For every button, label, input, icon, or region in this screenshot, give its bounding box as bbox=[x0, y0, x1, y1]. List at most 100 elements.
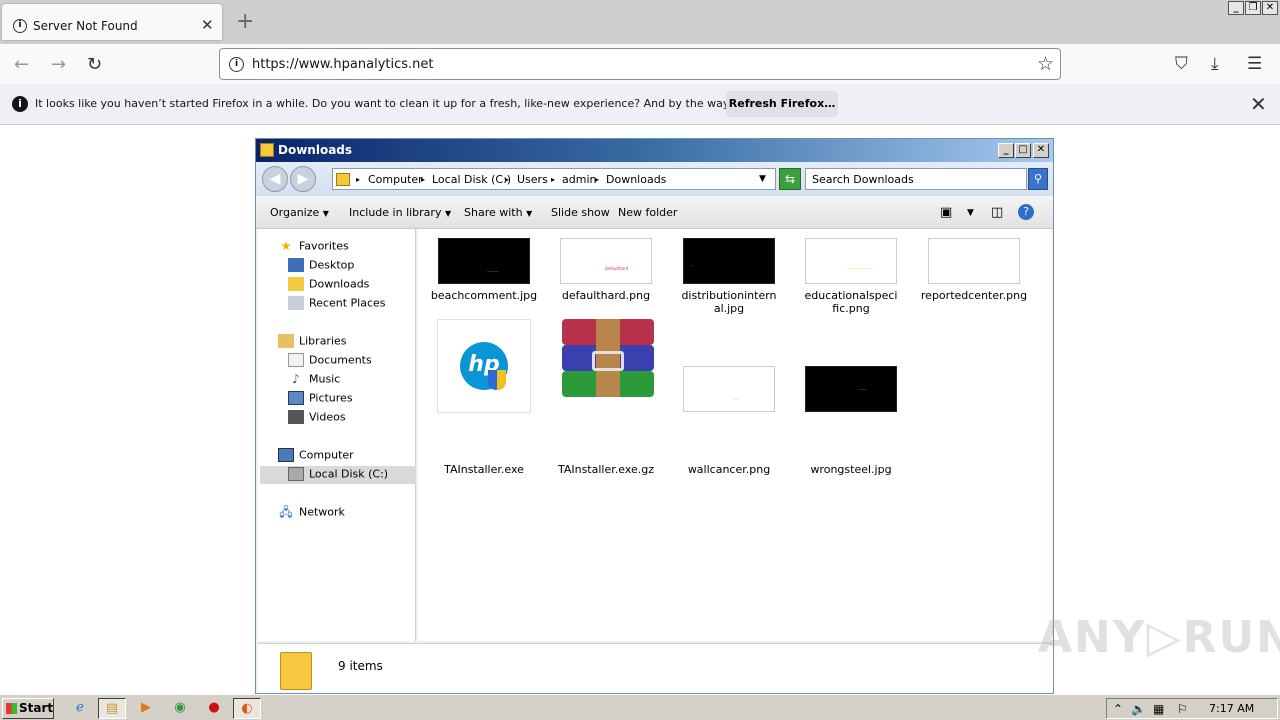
back-icon[interactable]: ← bbox=[14, 54, 29, 75]
file-item[interactable]: hp TAInstaller.exe bbox=[424, 319, 544, 476]
nav-favorites[interactable]: ★ Favorites bbox=[278, 239, 349, 255]
close-window-icon[interactable]: ✕ bbox=[1262, 1, 1278, 15]
close-icon[interactable]: ✕ bbox=[1033, 143, 1049, 158]
chevron-right-icon[interactable]: ▸ bbox=[421, 175, 425, 184]
maximize-icon[interactable]: □ bbox=[1015, 143, 1031, 158]
file-item[interactable]: ——— beachcomment.jpg bbox=[424, 238, 544, 302]
explorer-taskbar-icon[interactable]: ▤ bbox=[98, 698, 126, 719]
breadcrumb-computer[interactable]: Computer bbox=[368, 173, 423, 186]
uac-shield-icon bbox=[488, 370, 506, 390]
file-item[interactable]: — distributioninternal.jpg bbox=[669, 238, 789, 315]
nav-pictures[interactable]: Pictures bbox=[288, 391, 353, 407]
nav-network[interactable]: 🖧 Network bbox=[278, 505, 345, 521]
chevron-down-icon: ▼ bbox=[322, 209, 329, 218]
chrome-icon[interactable]: ◉ bbox=[166, 698, 194, 719]
refresh-icon[interactable]: ⇆ bbox=[779, 168, 801, 190]
chevron-right-icon[interactable]: ▸ bbox=[356, 175, 360, 184]
preview-pane-icon[interactable]: ◫ bbox=[991, 205, 1003, 220]
explorer-title-bar[interactable]: Downloads _ □ ✕ bbox=[256, 139, 1053, 162]
nav-libraries[interactable]: Libraries bbox=[278, 334, 347, 350]
new-tab-icon[interactable]: + bbox=[236, 9, 254, 34]
clock[interactable]: 7:17 AM bbox=[1209, 702, 1254, 715]
bookmark-star-icon[interactable]: ☆ bbox=[1037, 53, 1054, 75]
nav-music[interactable]: ♪ Music bbox=[288, 372, 340, 388]
breadcrumb-users[interactable]: Users bbox=[517, 173, 548, 186]
slide-show-button[interactable]: Slide show bbox=[551, 206, 610, 219]
system-tray: ⌃ 🔈 ▦ ⚐ 7:17 AM bbox=[1106, 698, 1278, 719]
new-folder-button[interactable]: New folder bbox=[618, 206, 677, 219]
url-text[interactable]: https://www.hpanalytics.net bbox=[252, 57, 434, 72]
window-title: Downloads bbox=[278, 143, 353, 157]
reload-icon[interactable]: ↻ bbox=[87, 54, 102, 75]
file-item[interactable]: reportedcenter.png bbox=[914, 238, 1034, 302]
file-name: wallcancer.png bbox=[687, 463, 771, 476]
nav-documents[interactable]: Documents bbox=[288, 353, 372, 369]
change-view-icon[interactable]: ▣ bbox=[940, 205, 952, 220]
nav-label: Recent Places bbox=[309, 296, 386, 310]
folder-icon bbox=[260, 143, 274, 157]
volume-icon[interactable]: 🔈 bbox=[1131, 702, 1146, 716]
file-item[interactable]: defaulthard defaulthard.png bbox=[546, 238, 666, 302]
notification-text: It looks like you haven’t started Firefo… bbox=[35, 97, 820, 110]
forward-icon[interactable]: → bbox=[51, 54, 66, 75]
nav-label: Favorites bbox=[299, 239, 349, 253]
nav-recent-places[interactable]: Recent Places bbox=[288, 296, 386, 312]
file-item[interactable]: ——————— educationalspecific.png bbox=[791, 238, 911, 315]
computer-icon bbox=[278, 448, 294, 462]
breadcrumb-downloads[interactable]: Downloads bbox=[606, 173, 666, 186]
refresh-firefox-button[interactable]: Refresh Firefox… bbox=[726, 91, 838, 117]
back-icon[interactable]: ◀ bbox=[262, 166, 288, 192]
help-icon[interactable]: ? bbox=[1018, 204, 1034, 220]
forward-icon[interactable]: ▶ bbox=[290, 166, 316, 192]
file-item[interactable]: —— wrongsteel.jpg bbox=[791, 366, 911, 476]
image-thumbnail: —— bbox=[805, 366, 897, 412]
file-item[interactable]: — wallcancer.png bbox=[669, 366, 789, 476]
share-with-button[interactable]: Share with ▼ bbox=[464, 206, 532, 219]
nav-desktop[interactable]: Desktop bbox=[288, 258, 354, 274]
breadcrumb-admin[interactable]: admin bbox=[562, 173, 596, 186]
downloads-icon[interactable]: ⤓ bbox=[1211, 54, 1219, 74]
tray-expand-icon[interactable]: ⌃ bbox=[1113, 702, 1123, 716]
start-button[interactable]: Start bbox=[2, 698, 54, 719]
organize-button[interactable]: Organize ▼ bbox=[270, 206, 329, 219]
minimize-icon[interactable]: _ bbox=[1228, 1, 1244, 15]
opera-icon[interactable]: ● bbox=[200, 698, 228, 719]
include-in-library-button[interactable]: Include in library ▼ bbox=[349, 206, 451, 219]
file-name: distributioninternal.jpg bbox=[681, 289, 777, 315]
minimize-icon[interactable]: _ bbox=[998, 143, 1014, 158]
url-bar[interactable]: i https://www.hpanalytics.net ☆ bbox=[219, 48, 1061, 80]
organize-label: Organize bbox=[270, 206, 320, 219]
file-item[interactable]: TAInstaller.exe.gz bbox=[546, 319, 666, 476]
thumb-text: ——— bbox=[487, 269, 499, 274]
address-bar[interactable]: ▸ Computer ▸ Local Disk (C:) ▸ Users ▸ a… bbox=[332, 168, 776, 190]
breadcrumb-local-disk[interactable]: Local Disk (C:) bbox=[432, 173, 511, 186]
taskbar: Start ℯ ▤ ▶ ◉ ● ◐ ⌃ 🔈 ▦ ⚐ 7:17 AM bbox=[0, 694, 1280, 720]
site-info-icon[interactable]: i bbox=[229, 57, 244, 72]
chevron-right-icon[interactable]: ▸ bbox=[551, 175, 555, 184]
action-center-flag-icon[interactable]: ⚐ bbox=[1177, 702, 1188, 716]
chevron-down-icon[interactable]: ▼ bbox=[759, 174, 766, 184]
nav-computer[interactable]: Computer bbox=[278, 448, 354, 464]
search-icon[interactable]: ⚲ bbox=[1028, 168, 1048, 190]
image-thumbnail: ——— bbox=[438, 238, 530, 284]
tab-server-not-found[interactable]: i Server Not Found ✕ bbox=[2, 4, 222, 40]
nav-downloads[interactable]: Downloads bbox=[288, 277, 369, 293]
close-tab-icon[interactable]: ✕ bbox=[201, 16, 214, 34]
network-icon: 🖧 bbox=[279, 505, 293, 519]
restore-icon[interactable]: ❐ bbox=[1245, 1, 1261, 15]
nav-label: Videos bbox=[309, 410, 346, 424]
nav-videos[interactable]: Videos bbox=[288, 410, 346, 426]
chevron-down-icon[interactable]: ▼ bbox=[967, 208, 974, 218]
firefox-taskbar-icon[interactable]: ◐ bbox=[233, 698, 261, 719]
pocket-icon[interactable]: ⛉ bbox=[1175, 54, 1188, 74]
media-player-icon[interactable]: ▶ bbox=[132, 698, 160, 719]
nav-label: Music bbox=[309, 372, 341, 386]
search-input[interactable]: Search Downloads bbox=[805, 168, 1027, 190]
network-tray-icon[interactable]: ▦ bbox=[1153, 702, 1164, 716]
internet-explorer-icon[interactable]: ℯ bbox=[66, 698, 94, 719]
menu-icon[interactable]: ☰ bbox=[1247, 54, 1262, 74]
nav-local-disk[interactable]: Local Disk (C:) bbox=[288, 467, 388, 483]
chevron-right-icon[interactable]: ▸ bbox=[595, 175, 599, 184]
close-notification-icon[interactable]: ✕ bbox=[1250, 92, 1267, 116]
chevron-right-icon[interactable]: ▸ bbox=[505, 175, 509, 184]
